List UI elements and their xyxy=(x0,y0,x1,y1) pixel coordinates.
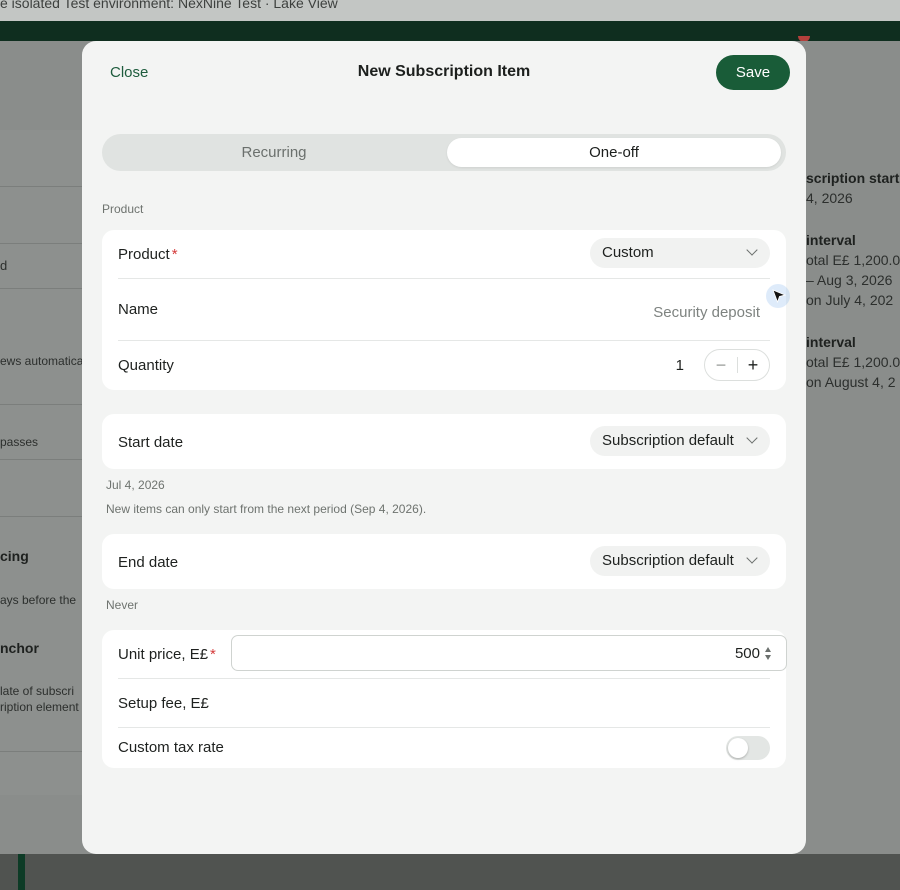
new-subscription-item-dialog: Close New Subscription Item Save Recurri… xyxy=(82,41,806,854)
start-date-card: Start date Subscription default xyxy=(102,414,786,469)
name-input[interactable] xyxy=(458,299,762,325)
end-date-card: End date Subscription default xyxy=(102,534,786,589)
save-button[interactable]: Save xyxy=(716,55,790,90)
product-select[interactable]: Custom xyxy=(590,238,770,268)
end-date-row: End date Subscription default xyxy=(118,534,770,589)
dialog-title: New Subscription Item xyxy=(357,63,531,80)
start-date-hint-note: New items can only start from the next p… xyxy=(106,502,427,516)
name-label: Name xyxy=(118,301,159,318)
custom-tax-label: Custom tax rate xyxy=(118,739,224,756)
quantity-stepper: − + xyxy=(704,349,770,381)
unit-price-row: Unit price, E£ * xyxy=(118,630,787,679)
chevron-down-icon xyxy=(746,552,758,564)
background-footer xyxy=(0,854,900,890)
product-row: Product * Custom xyxy=(118,230,770,279)
pricing-card: Unit price, E£* Setup fee, E£ Custom tax… xyxy=(102,630,787,768)
start-date-label: Start date xyxy=(118,434,184,451)
quantity-label: Quantity xyxy=(118,357,174,374)
bg-fragment: ription element xyxy=(0,700,79,714)
bg-fragment: scription start xyxy=(806,170,900,186)
environment-banner: e isolated Test environment: NexNine Tes… xyxy=(0,0,900,21)
bg-divider xyxy=(0,404,82,405)
bg-fragment: nchor xyxy=(0,640,39,656)
setup-fee-row[interactable]: Setup fee, E£ xyxy=(118,679,770,728)
bg-divider xyxy=(0,459,82,460)
footer-accent-bar xyxy=(18,854,25,890)
chevron-down-icon xyxy=(746,432,758,444)
bg-fragment: ews automatica xyxy=(0,354,84,368)
start-date-row: Start date Subscription default xyxy=(118,414,770,469)
top-nav-bar xyxy=(0,21,900,41)
bg-fragment: d xyxy=(0,258,8,273)
spinner-up-arrow[interactable] xyxy=(765,647,771,652)
end-date-hint: Never xyxy=(106,598,139,612)
bg-fragment: late of subscri xyxy=(0,684,75,698)
bg-divider xyxy=(0,288,82,289)
bg-fragment: otal E£ 1,200.0 xyxy=(806,252,900,268)
toggle-knob xyxy=(728,738,748,758)
start-date-select[interactable]: Subscription default xyxy=(590,426,770,456)
bg-divider xyxy=(0,516,82,517)
product-section-label: Product xyxy=(102,202,144,216)
environment-banner-text: e isolated Test environment: NexNine Tes… xyxy=(0,0,338,11)
end-date-label: End date xyxy=(118,554,179,571)
bg-divider xyxy=(0,243,82,244)
bg-fragment: – Aug 3, 2026 xyxy=(806,272,893,288)
bg-fragment: ays before the xyxy=(0,593,77,607)
spinner-down-arrow[interactable] xyxy=(765,655,771,660)
chevron-down-icon xyxy=(746,244,758,256)
spinner-icon[interactable] xyxy=(765,647,773,661)
tab-one-off[interactable]: One-off xyxy=(447,138,781,167)
product-card: Product* Custom Name Quantity 1 − + xyxy=(102,230,786,390)
name-row: Name xyxy=(118,279,770,341)
start-date-hint-date: Jul 4, 2026 xyxy=(106,478,165,492)
mouse-cursor-icon xyxy=(766,284,790,308)
custom-tax-row: Custom tax rate xyxy=(118,728,770,768)
billing-type-toggle: Recurring One-off xyxy=(102,134,786,171)
unit-price-field xyxy=(231,635,787,671)
bg-divider xyxy=(0,751,82,752)
bg-fragment: interval xyxy=(806,232,856,248)
background-left-panel: d ews automatica passes cing ays before … xyxy=(0,130,84,795)
end-date-select[interactable]: Subscription default xyxy=(590,546,770,576)
bg-fragment: interval xyxy=(806,334,856,350)
bg-fragment: cing xyxy=(0,548,29,564)
tab-recurring[interactable]: Recurring xyxy=(106,138,442,167)
unit-price-label: Unit price, E£ xyxy=(118,646,209,663)
quantity-row: Quantity 1 − + xyxy=(118,341,770,390)
bg-fragment: on August 4, 2 xyxy=(806,374,896,390)
bg-fragment: passes xyxy=(0,435,39,449)
decrement-button[interactable]: − xyxy=(705,350,737,380)
bg-divider xyxy=(0,186,82,187)
increment-button[interactable]: + xyxy=(737,350,769,380)
product-label: Product xyxy=(118,246,170,263)
required-marker: * xyxy=(171,246,178,263)
bg-fragment: 4, 2026 xyxy=(806,190,853,206)
bg-fragment: otal E£ 1,200.0 xyxy=(806,354,900,370)
quantity-value: 1 xyxy=(675,357,684,374)
custom-tax-toggle[interactable] xyxy=(726,736,770,760)
start-date-select-value: Subscription default xyxy=(602,432,734,449)
end-date-select-value: Subscription default xyxy=(602,552,734,569)
unit-price-input[interactable] xyxy=(360,645,760,662)
bg-fragment: on July 4, 202 xyxy=(806,292,894,308)
setup-fee-label: Setup fee, E£ xyxy=(118,695,209,712)
required-marker: * xyxy=(210,646,216,663)
product-select-value: Custom xyxy=(602,244,654,261)
